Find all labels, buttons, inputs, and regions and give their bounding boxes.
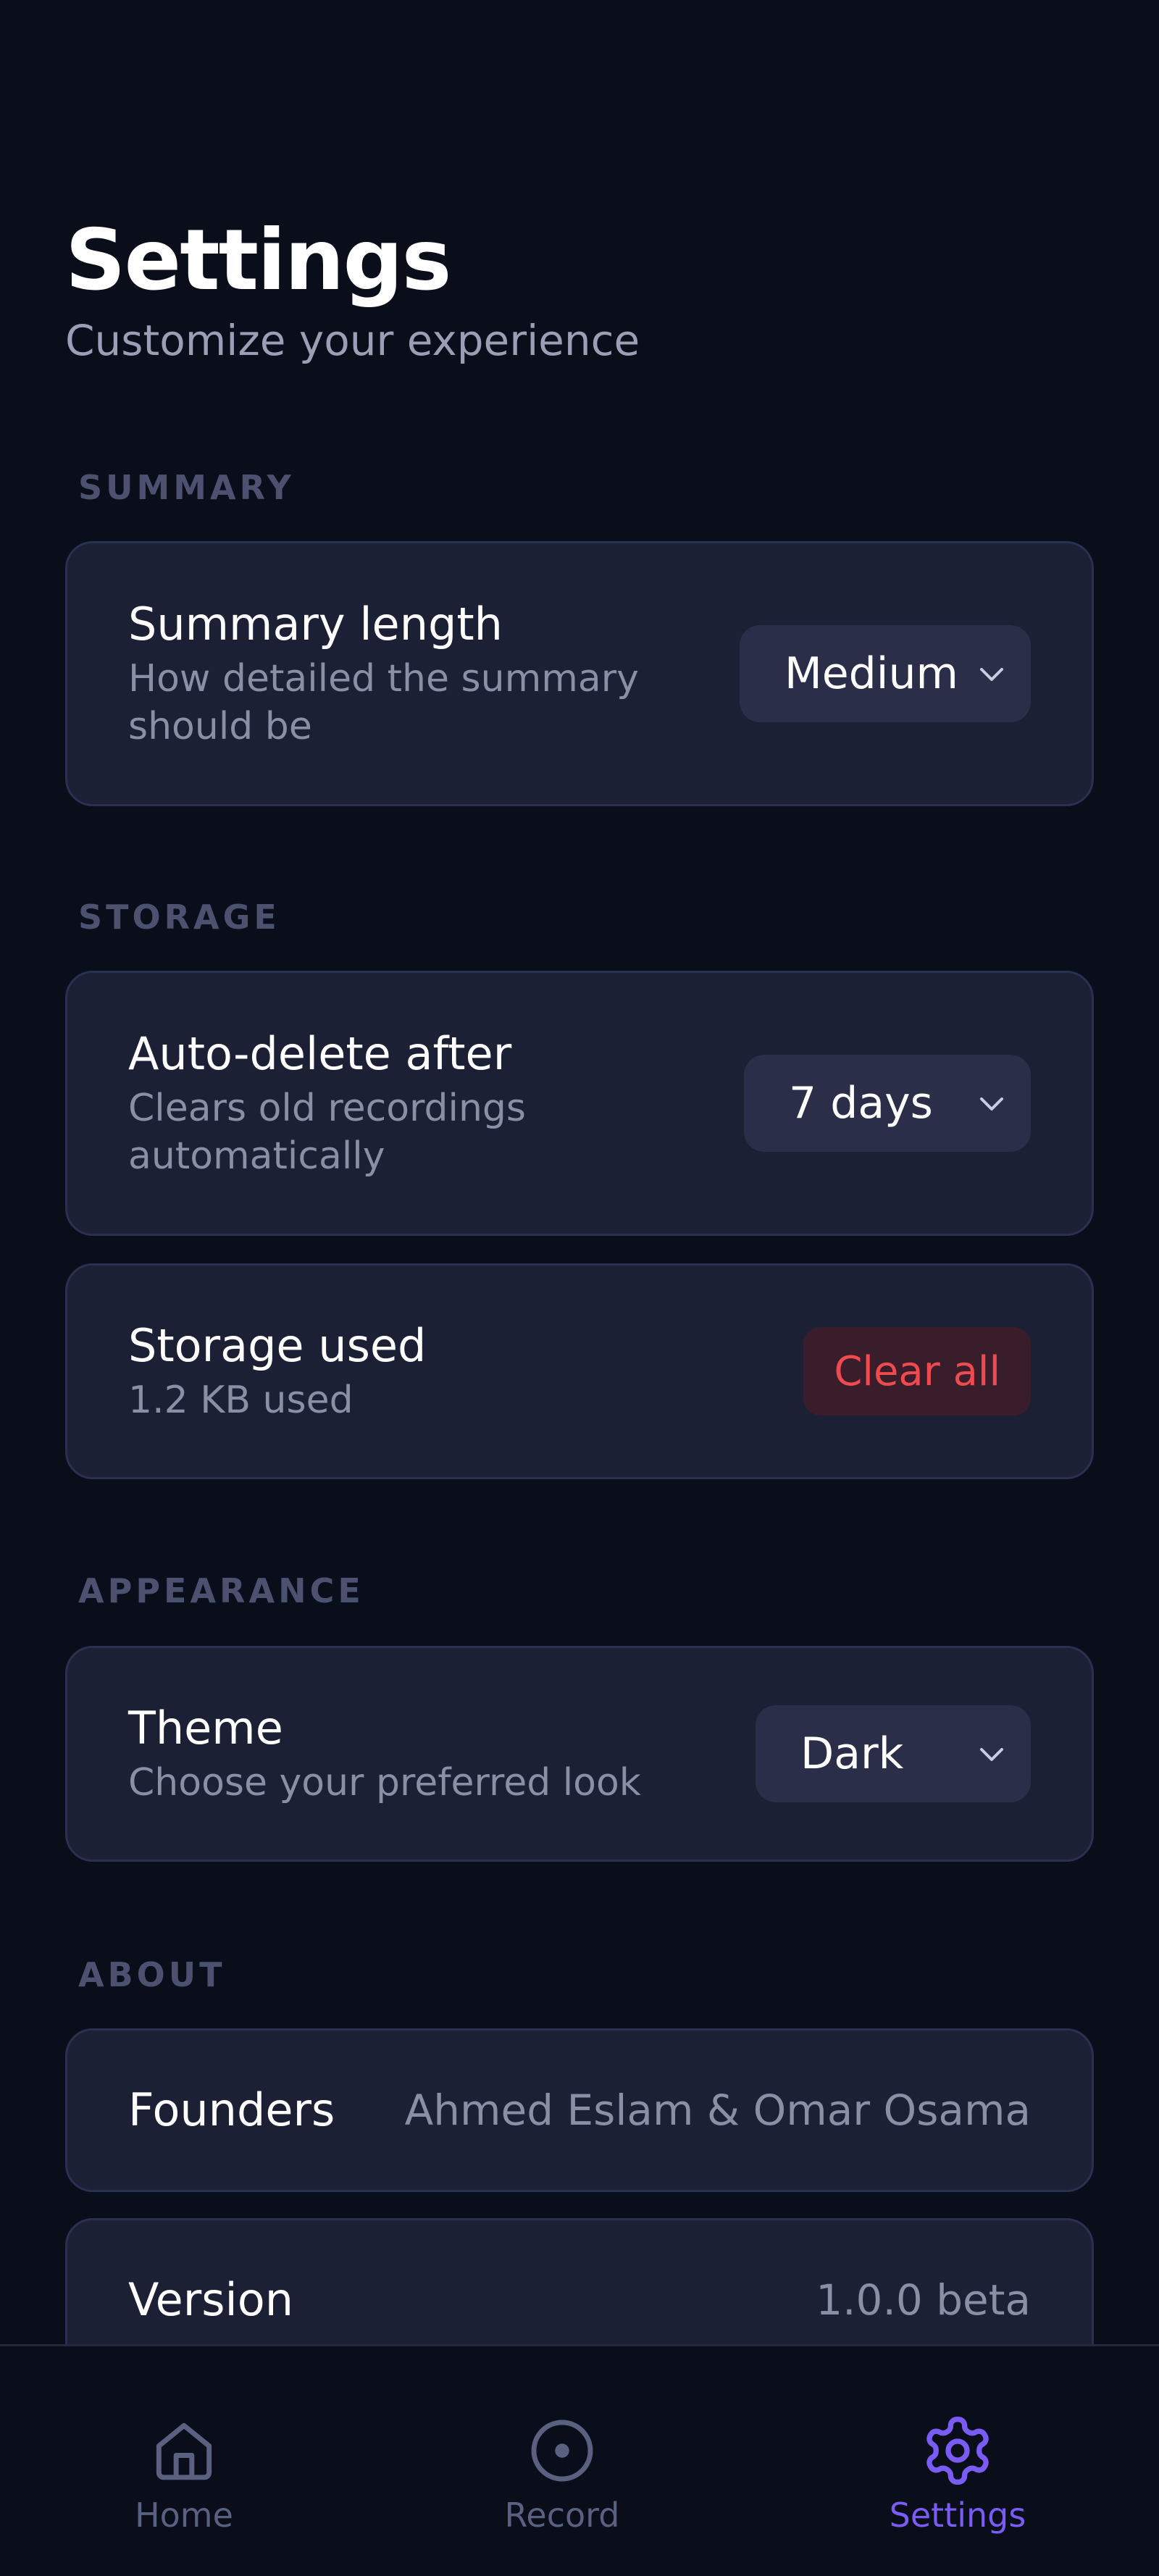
summary-length-select[interactable]: Medium [740,625,1031,722]
theme-value: Dark [800,1728,904,1779]
chevron-down-icon [980,1748,1003,1761]
gear-icon [926,2416,989,2485]
record-icon [531,2420,593,2482]
summary-length-description: How detailed the summary should be [128,655,639,750]
section-label-storage: STORAGE [78,898,280,937]
storage-used-title: Storage used [128,1319,427,1372]
storage-used-card: Storage used 1.2 KB used Clear all [65,1263,1094,1479]
section-label-summary: SUMMARY [78,468,295,507]
settings-screen: Settings Customize your experience SUMMA… [0,0,1159,2576]
auto-delete-card: Auto-delete after Clears old recordings … [65,971,1094,1236]
nav-item-settings[interactable]: Settings [849,2413,1066,2536]
theme-description: Choose your preferred look [128,1761,641,1805]
chevron-down-icon [980,1097,1003,1111]
auto-delete-title: Auto-delete after [128,1027,512,1080]
auto-delete-desc-line1: Clears old recordings [128,1087,527,1130]
page-subtitle: Customize your experience [65,316,640,365]
summary-length-desc-line2: should be [128,705,312,748]
auto-delete-description: Clears old recordings automatically [128,1084,526,1180]
section-label-about: ABOUT [78,1955,226,1994]
auto-delete-desc-line2: automatically [128,1134,385,1178]
theme-select[interactable]: Dark [756,1705,1031,1802]
founders-card: Founders Ahmed Eslam & Omar Osama [65,2028,1094,2192]
version-title: Version [128,2273,293,2326]
auto-delete-value: 7 days [789,1078,933,1129]
storage-used-value: 1.2 KB used [128,1379,353,1422]
founders-title: Founders [128,2083,335,2136]
nav-label-settings: Settings [889,2496,1026,2535]
theme-title: Theme [128,1702,283,1755]
home-icon [156,2422,212,2480]
chevron-down-icon [980,668,1003,681]
auto-delete-text: Auto-delete after Clears old recordings … [128,1026,526,1180]
page-title: Settings [65,212,452,309]
page-header: Settings Customize your experience [65,210,640,367]
version-value: 1.0.0 beta [816,2275,1031,2325]
summary-length-value: Medium [784,648,958,699]
theme-text: Theme Choose your preferred look [128,1701,641,1807]
theme-card: Theme Choose your preferred look Dark [65,1646,1094,1862]
summary-length-desc-line1: How detailed the summary [128,657,639,701]
bottom-nav: Home Record Settings [0,2344,1159,2576]
nav-label-home: Home [135,2496,233,2535]
nav-item-home[interactable]: Home [75,2413,293,2536]
section-label-appearance: APPEARANCE [78,1571,364,1610]
summary-length-text: Summary length How detailed the summary … [128,597,639,750]
summary-length-card: Summary length How detailed the summary … [65,541,1094,806]
summary-length-title: Summary length [128,598,503,651]
clear-all-button[interactable]: Clear all [803,1327,1031,1415]
auto-delete-select[interactable]: 7 days [744,1055,1031,1152]
storage-used-text: Storage used 1.2 KB used [128,1318,426,1424]
nav-item-record[interactable]: Record [453,2413,671,2536]
founders-value: Ahmed Eslam & Omar Osama [404,2086,1031,2135]
nav-label-record: Record [504,2496,620,2535]
